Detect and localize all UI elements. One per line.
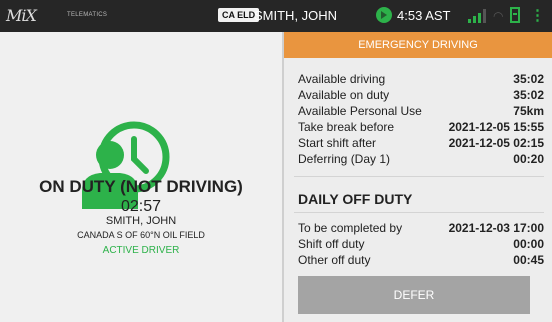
signal-icon (468, 9, 486, 23)
row-label: Shift off duty (298, 237, 365, 251)
duty-status: ON DUTY (NOT DRIVING) (39, 177, 243, 196)
row-value: 2021-12-03 17:00 (448, 221, 544, 235)
start-shift-row: Start shift after 2021-12-05 02:15 (298, 136, 544, 153)
clock-time: 4:53 AST (397, 8, 451, 23)
row-label: Start shift after (298, 136, 377, 150)
row-value: 35:02 (513, 88, 544, 102)
row-label: Deferring (Day 1) (298, 152, 391, 166)
logo-subtitle: TELEMATICS (67, 12, 108, 18)
emergency-driving-banner: EMERGENCY DRIVING (284, 32, 552, 58)
current-driver[interactable]: SMITH, JOHN (254, 8, 337, 23)
row-label: Available Personal Use (298, 104, 422, 118)
eld-badge: CA ELD (218, 8, 260, 22)
active-driver-label: ACTIVE DRIVER (102, 245, 180, 256)
section-divider (294, 212, 544, 213)
status-bar: MiX TELEMATICS CA ELD SMITH, JOHN 4:53 A… (0, 0, 552, 32)
shift-off-duty-row: Shift off duty 00:00 (298, 237, 544, 254)
battery-icon (510, 7, 520, 23)
defer-button[interactable]: DEFER (298, 276, 530, 314)
row-value: 75km (513, 104, 544, 118)
row-label: Other off duty (298, 253, 371, 267)
status-duration: 02:57 (120, 198, 162, 215)
available-driving-row: Available driving 35:02 (298, 72, 544, 89)
mix-logo: MiX (6, 6, 37, 25)
other-off-duty-row: Other off duty 00:45 (298, 253, 544, 270)
row-value: 35:02 (513, 72, 544, 86)
available-personal-use-row: Available Personal Use 75km (298, 104, 544, 121)
daily-off-duty-title: DAILY OFF DUTY (298, 191, 413, 207)
ruleset: CANADA S OF 60°N OIL FIELD (77, 230, 205, 240)
to-be-completed-row: To be completed by 2021-12-03 17:00 (298, 221, 544, 238)
row-value: 2021-12-05 02:15 (448, 136, 544, 150)
deferring-row: Deferring (Day 1) 00:20 (298, 152, 544, 169)
row-value: 00:00 (513, 237, 544, 251)
row-label: To be completed by (298, 221, 403, 235)
duty-status-panel: ON DUTY (NOT DRIVING) 02:57 SMITH, JOHN … (0, 32, 282, 322)
available-on-duty-row: Available on duty 35:02 (298, 88, 544, 105)
row-label: Take break before (298, 120, 395, 134)
take-break-row: Take break before 2021-12-05 15:55 (298, 120, 544, 137)
hours-panel: EMERGENCY DRIVING Available driving 35:0… (284, 32, 552, 322)
connection-status-icon[interactable] (376, 7, 392, 23)
row-label: Available driving (298, 72, 386, 86)
section-divider (294, 176, 544, 177)
wifi-icon: ◠ (493, 9, 504, 23)
row-label: Available on duty (298, 88, 390, 102)
row-value: 2021-12-05 15:55 (448, 120, 544, 134)
driver-name: SMITH, JOHN (105, 215, 177, 227)
row-value: 00:45 (513, 253, 544, 267)
menu-icon[interactable]: ⋮ (530, 8, 545, 23)
row-value: 00:20 (513, 152, 544, 166)
